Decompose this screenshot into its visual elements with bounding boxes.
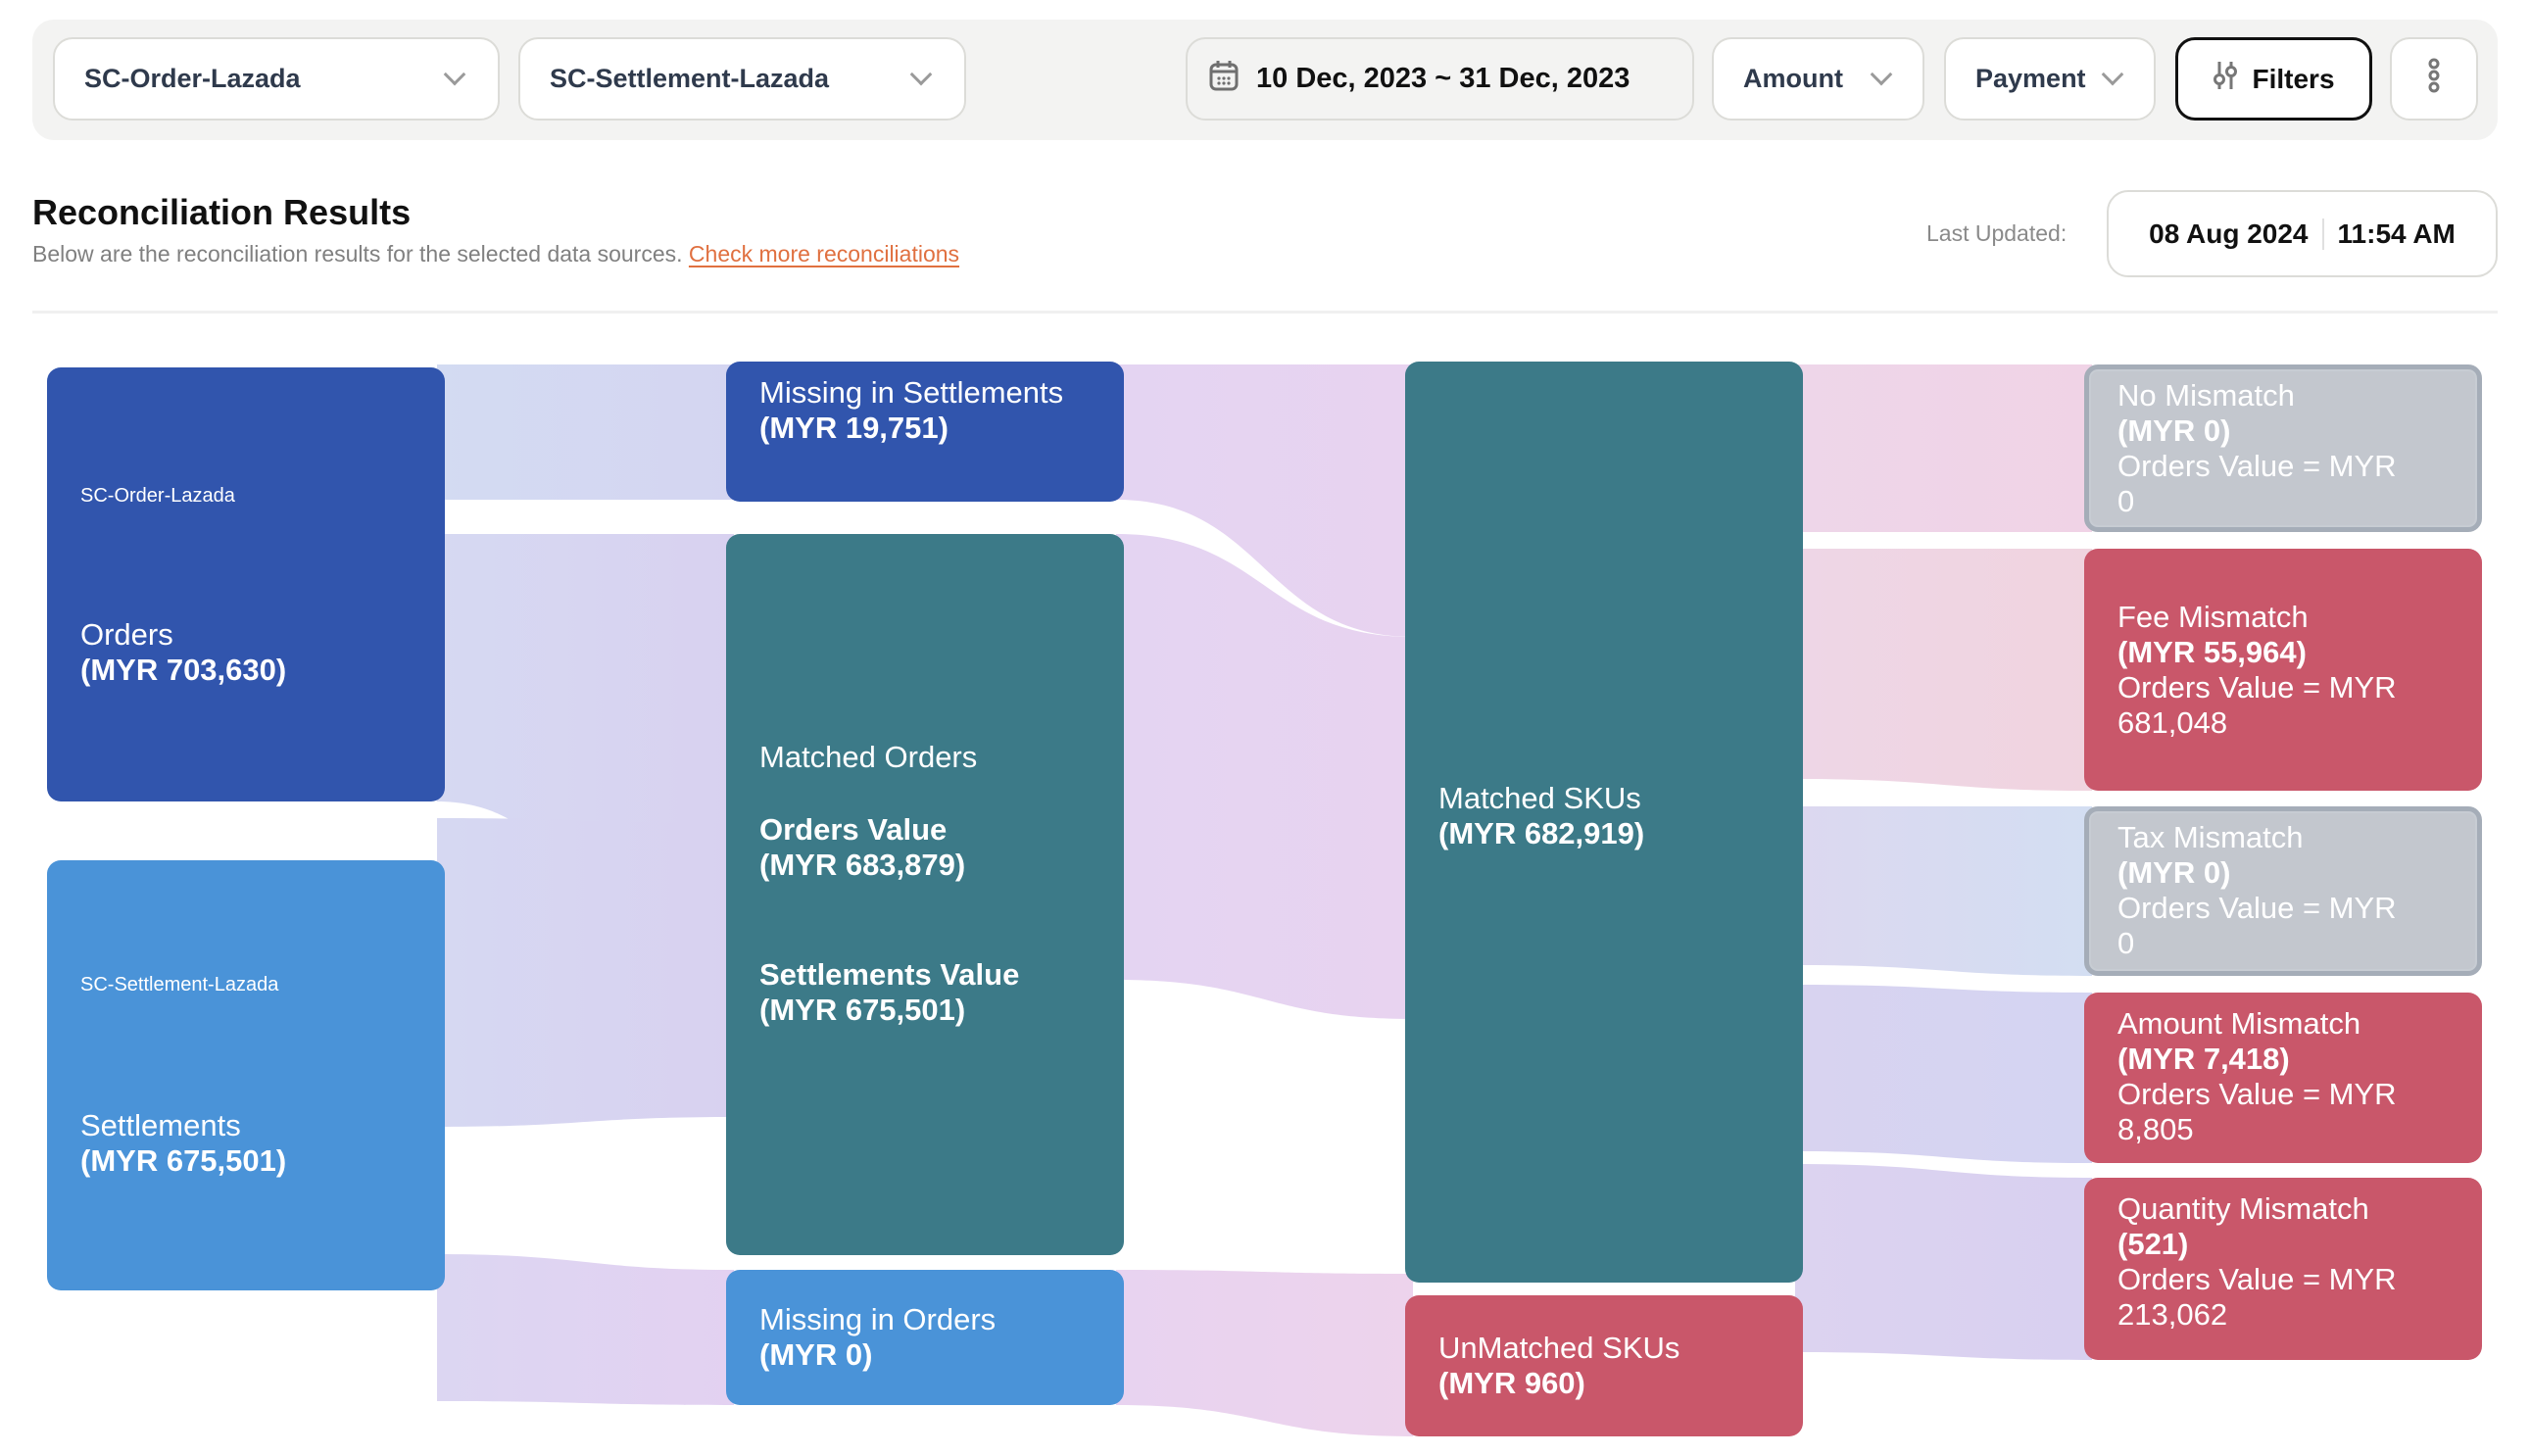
node-label: Matched Orders: [759, 740, 978, 774]
node-label: UnMatched SKUs: [1438, 1331, 1680, 1365]
flow-matched_skus-to-no_mismatch: [1795, 364, 2092, 532]
node-label: Quantity Mismatch: [2117, 1191, 2369, 1226]
node-value: (MYR 0): [759, 1337, 873, 1372]
node-label: Settlements: [80, 1108, 241, 1142]
node-fee-mismatch[interactable]: Fee Mismatch (MYR 55,964) Orders Value = M…: [2084, 549, 2482, 791]
subvalue-label: Settlements Value: [759, 957, 1020, 992]
node-value: (MYR 0): [2117, 413, 2231, 448]
node-source-label: SC-Settlement-Lazada: [80, 974, 279, 995]
node-text: Settlements (MYR 675,501): [80, 1108, 286, 1179]
node-value: (MYR 682,919): [1438, 816, 1645, 850]
node-value: (MYR 0): [2117, 855, 2231, 890]
node-quantity-mismatch[interactable]: Quantity Mismatch (521) Orders Value = MYR…: [2084, 1178, 2482, 1360]
node-missing-in-orders[interactable]: Missing in Orders (MYR 0): [726, 1270, 1124, 1405]
node-missing-in-settlements[interactable]: Missing in Settlements (MYR 19,751): [726, 362, 1124, 502]
subvalue-value: (MYR 683,879): [759, 848, 966, 882]
node-text: Orders (MYR 703,630): [80, 617, 286, 688]
node-label: Tax Mismatch: [2117, 820, 2304, 854]
node-value: (MYR 675,501): [80, 1143, 287, 1178]
flow-matched_skus-to-fee_mismatch: [1795, 549, 2092, 791]
node-orders-value: Orders Value = MYR 213,062: [2117, 1262, 2397, 1332]
node-value: (MYR 7,418): [2117, 1042, 2290, 1076]
node-value: (MYR 19,751): [759, 411, 949, 445]
node-no-mismatch[interactable]: No Mismatch (MYR 0) Orders Value = MYR 0: [2084, 364, 2482, 532]
subvalue-label: Orders Value: [759, 812, 948, 847]
node-orders-value: Orders Value = MYR 8,805: [2117, 1077, 2397, 1146]
node-tax-mismatch[interactable]: Tax Mismatch (MYR 0) Orders Value = MYR 0: [2084, 806, 2482, 976]
flow-matched_skus-to-amount_mismatch: [1795, 985, 2092, 1163]
node-orders-value: Orders Value = MYR 0: [2117, 449, 2397, 518]
node-label: Missing in Orders: [759, 1302, 997, 1336]
flow-missing_in_orders-to-unmatched_skus: [1116, 1270, 1413, 1436]
node-value: (MYR 960): [1438, 1366, 1585, 1400]
node-source-label: SC-Order-Lazada: [80, 485, 235, 507]
node-orders-value: Orders Value = MYR 681,048: [2117, 670, 2397, 740]
node-label: No Mismatch: [2117, 378, 2295, 413]
node-amount-mismatch[interactable]: Amount Mismatch (MYR 7,418) Orders Value =…: [2084, 993, 2482, 1163]
node-orders[interactable]: SC-Order-Lazada Orders (MYR 703,630): [47, 367, 445, 801]
flow-settlements-to-missing_in_orders: [437, 1254, 734, 1405]
node-value: (MYR 55,964): [2117, 635, 2307, 669]
node-value: (521): [2117, 1227, 2189, 1261]
node-unmatched-skus[interactable]: UnMatched SKUs (MYR 960): [1405, 1295, 1803, 1436]
node-value: (MYR 703,630): [80, 653, 287, 687]
node-label: Amount Mismatch: [2117, 1006, 2361, 1041]
subvalue-value: (MYR 675,501): [759, 993, 966, 1027]
flow-settlements-to-matched_orders: [437, 818, 734, 1127]
node-orders-value: Orders Value = MYR 0: [2117, 891, 2397, 960]
node-label: Fee Mismatch: [2117, 600, 2309, 634]
node-label: Orders: [80, 617, 173, 652]
flow-orders-to-missing_in_settlements: [437, 364, 734, 500]
node-label: Missing in Settlements: [759, 375, 1064, 410]
node-label: Matched SKUs: [1438, 781, 1641, 815]
flow-matched_skus-to-tax_mismatch: [1795, 806, 2092, 976]
flow-matched_skus-to-quantity_mismatch: [1795, 1164, 2092, 1360]
node-matched-orders[interactable]: Matched Orders Orders Value (MYR 683,879) S…: [726, 534, 1124, 1255]
node-settlements[interactable]: SC-Settlement-Lazada Settlements (MYR 675,…: [47, 860, 445, 1290]
node-matched-skus[interactable]: Matched SKUs (MYR 682,919): [1405, 362, 1803, 1283]
node-subvalue: Settlements Value (MYR 675,501): [759, 957, 1091, 1028]
node-subvalue: Orders Value (MYR 683,879): [759, 812, 1091, 883]
